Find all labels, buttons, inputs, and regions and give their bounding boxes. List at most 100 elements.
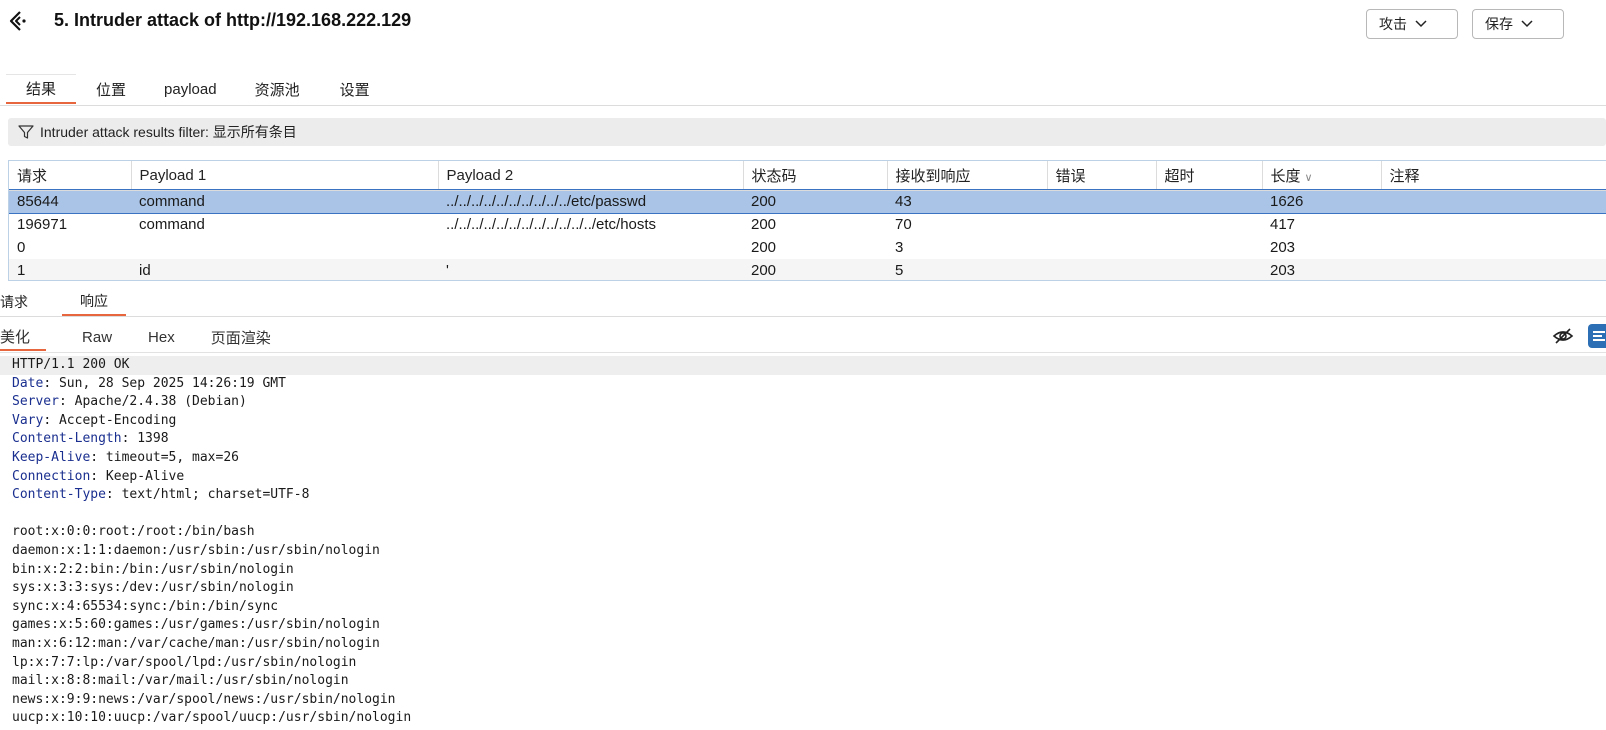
tab-raw[interactable]: Raw — [82, 323, 112, 351]
header-value: : Sun, 28 Sep 2025 14:26:19 GMT — [43, 375, 286, 391]
table-cell — [1156, 236, 1262, 259]
table-cell — [131, 236, 438, 259]
table-cell — [1047, 259, 1156, 280]
column-header-request[interactable]: 请求 — [9, 161, 132, 191]
view-tabs-divider — [0, 352, 1606, 353]
response-viewer[interactable]: HTTP/1.1 200 OK Date: Sun, 28 Sep 2025 1… — [0, 356, 1606, 730]
body-line: lp:x:7:7:lp:/var/spool/lpd:/usr/sbin/nol… — [12, 654, 357, 670]
save-menu-button[interactable]: 保存 — [1472, 9, 1564, 39]
response-header-line: Server: Apache/2.4.38 (Debian) — [0, 393, 1606, 412]
table-header-row: 请求 Payload 1 Payload 2 状态码 接收到响应 错误 超时 长… — [9, 161, 1606, 191]
column-header-error[interactable]: 错误 — [1047, 161, 1157, 191]
body-line: daemon:x:1:1:daemon:/usr/sbin:/usr/sbin/… — [12, 542, 380, 558]
table-row[interactable]: 85644 command ../../../../../../../../..… — [9, 189, 1606, 214]
table-row[interactable]: 1 id ' 200 5 203 — [9, 259, 1606, 280]
filter-icon — [18, 125, 34, 139]
table-cell: id — [131, 259, 438, 280]
table-cell: 3 — [895, 239, 904, 256]
table-cell: 1626 — [1262, 190, 1381, 213]
tab-resource-pool[interactable]: 资源池 — [235, 74, 320, 104]
table-cell — [1047, 190, 1156, 213]
tab-request[interactable]: 请求 — [0, 288, 42, 316]
table-row[interactable]: 196971 command ../../../../../../../../.… — [9, 213, 1606, 236]
header-key: Server — [12, 394, 59, 410]
tab-response[interactable]: 响应 — [62, 288, 126, 316]
burp-logo-icon[interactable] — [6, 8, 32, 34]
body-line: man:x:6:12:man:/var/cache/man:/usr/sbin/… — [12, 635, 380, 651]
hide-non-printable-icon[interactable] — [1552, 326, 1574, 346]
body-line: sys:x:3:3:sys:/dev:/usr/sbin/nologin — [12, 580, 294, 596]
table-cell — [438, 236, 743, 259]
header-key: Vary — [12, 412, 44, 428]
column-header-comment[interactable]: 注释 — [1381, 161, 1606, 191]
column-header-response-received[interactable]: 接收到响应 — [887, 161, 1048, 191]
table-cell: ../../../../../../../../../../etc/passwd — [438, 190, 743, 213]
table-cell: 43 — [887, 190, 1047, 213]
table-cell: 203 — [1262, 259, 1381, 280]
body-line: games:x:5:60:games:/usr/games:/usr/sbin/… — [12, 617, 380, 633]
window-header: 5. Intruder attack of http://192.168.222… — [0, 0, 1606, 70]
response-header-line: Content-Length: 1398 — [0, 430, 1606, 449]
attack-title: 5. Intruder attack of http://192.168.222… — [54, 10, 412, 30]
results-filter-bar[interactable]: Intruder attack results filter: 显示所有条目 — [8, 118, 1606, 146]
response-header-line: Vary: Accept-Encoding — [0, 412, 1606, 431]
tab-pretty[interactable]: 美化 — [0, 323, 47, 351]
tab-positions[interactable]: 位置 — [76, 74, 146, 104]
tabs-divider — [0, 105, 1606, 106]
table-cell: 1 — [9, 259, 131, 280]
column-header-timeout[interactable]: 超时 — [1156, 161, 1263, 191]
table-cell: 200 — [751, 216, 777, 233]
request-response-tabs: 请求 响应 — [0, 288, 146, 318]
response-header-line: Connection: Keep-Alive — [0, 468, 1606, 487]
body-line: root:x:0:0:root:/root:/bin/bash — [12, 524, 255, 540]
tab-settings[interactable]: 设置 — [320, 74, 390, 104]
status-line: HTTP/1.1 200 OK — [0, 356, 1606, 375]
chevron-down-icon — [1415, 20, 1427, 28]
tab-results[interactable]: 结果 — [6, 74, 77, 104]
table-cell — [1156, 259, 1262, 280]
view-mode-tabs: 美化 Raw Hex 页面渲染 — [0, 323, 307, 353]
table-cell: command — [139, 216, 205, 233]
table-cell — [1156, 213, 1262, 236]
body-line: news:x:9:9:news:/var/spool/news:/usr/sbi… — [12, 691, 396, 707]
tab-render[interactable]: 页面渲染 — [211, 323, 271, 351]
header-value: : Apache/2.4.38 (Debian) — [58, 394, 247, 410]
column-header-status[interactable]: 状态码 — [743, 161, 888, 191]
table-cell: 70 — [895, 216, 912, 233]
table-cell — [1156, 190, 1262, 213]
body-line: sync:x:4:65534:sync:/bin:/bin/sync — [12, 598, 279, 614]
attack-menu-label: 攻击 — [1379, 16, 1407, 32]
column-header-payload2[interactable]: Payload 2 — [438, 161, 744, 191]
attack-menu-button[interactable]: 攻击 — [1366, 9, 1458, 39]
header-key: Connection — [12, 468, 91, 484]
header-key: Keep-Alive — [12, 449, 91, 465]
table-cell — [1381, 190, 1606, 213]
table-cell: 85644 — [9, 190, 131, 213]
body-line: uucp:x:10:10:uucp:/var/spool/uucp:/usr/s… — [12, 710, 412, 726]
table-row[interactable]: 0 200 3 203 — [9, 236, 1606, 259]
body-line: bin:x:2:2:bin:/bin:/usr/sbin/nologin — [12, 561, 294, 577]
save-menu-label: 保存 — [1485, 16, 1513, 32]
response-header-line: Keep-Alive: timeout=5, max=26 — [0, 449, 1606, 468]
header-key: Content-Length — [12, 431, 122, 447]
table-cell: 417 — [1270, 216, 1296, 233]
table-cell: 196971 — [17, 216, 68, 233]
tab-hex[interactable]: Hex — [148, 323, 175, 351]
sort-descending-icon: ∨ — [1304, 171, 1313, 184]
header-value: : 1398 — [121, 431, 169, 447]
results-table: 请求 Payload 1 Payload 2 状态码 接收到响应 错误 超时 长… — [8, 160, 1606, 281]
tab-payloads[interactable]: payload — [146, 74, 235, 104]
column-header-payload1[interactable]: Payload 1 — [131, 161, 439, 191]
table-cell — [1047, 236, 1156, 259]
table-cell: 203 — [1270, 239, 1296, 256]
column-header-length-label: 长度 — [1270, 167, 1301, 185]
rr-tabs-divider — [0, 316, 1606, 317]
chevron-down-icon — [1521, 20, 1533, 28]
header-value: : timeout=5, max=26 — [90, 449, 239, 465]
table-cell — [1381, 259, 1606, 280]
table-cell: 200 — [743, 259, 887, 280]
wrap-lines-button[interactable] — [1588, 324, 1606, 348]
column-header-length[interactable]: 长度 ∨ — [1262, 161, 1382, 191]
response-header-line: Date: Sun, 28 Sep 2025 14:26:19 GMT — [0, 375, 1606, 394]
